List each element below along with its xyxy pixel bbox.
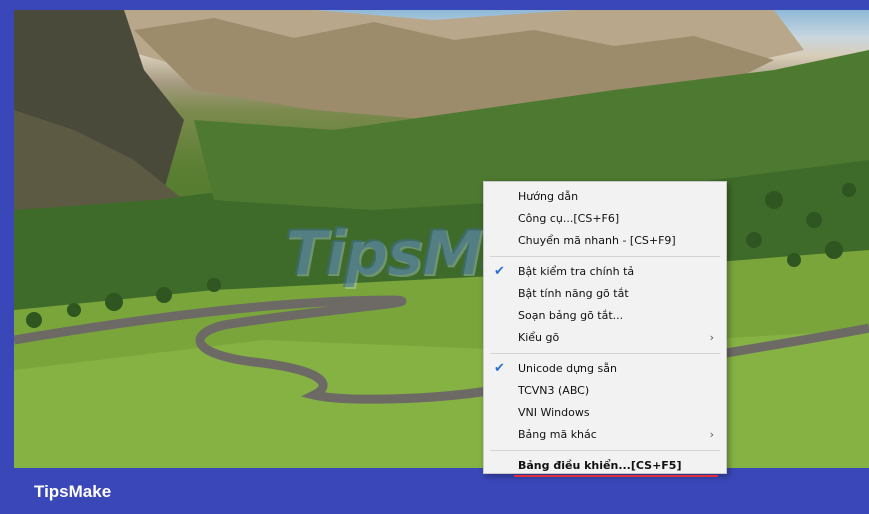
checkmark-icon: ✔ xyxy=(494,264,505,279)
menu-item-label: Bảng điều khiển...[CS+F5] xyxy=(518,459,682,472)
menu-item-label: Bảng mã khác xyxy=(518,428,597,441)
chevron-right-icon: › xyxy=(709,428,714,441)
menu-item[interactable]: Công cụ...[CS+F6] xyxy=(484,208,726,230)
chevron-right-icon: › xyxy=(709,331,714,344)
menu-item-label: Soạn bảng gõ tắt... xyxy=(518,309,624,322)
menu-item[interactable]: Hướng dẫn xyxy=(484,186,726,208)
menu-item[interactable]: Bật tính năng gõ tắt xyxy=(484,283,726,305)
checkmark-icon: ✔ xyxy=(494,361,505,376)
menu-item[interactable]: Bảng mã khác › xyxy=(484,424,726,446)
menu-item-label: Công cụ...[CS+F6] xyxy=(518,212,620,225)
menu-item[interactable]: Bảng điều khiển...[CS+F5] xyxy=(484,455,726,477)
menu-item[interactable]: TCVN3 (ABC) xyxy=(484,380,726,402)
menu-item-label: Unicode dựng sẵn xyxy=(518,362,617,375)
menu-item-label: Hướng dẫn xyxy=(518,190,579,203)
menu-item-label: Kiểu gõ xyxy=(518,331,560,344)
menu-item-label: TCVN3 (ABC) xyxy=(518,384,590,397)
menu-item-label: Bật tính năng gõ tắt xyxy=(518,287,629,300)
menu-item-label: Chuyển mã nhanh - [CS+F9] xyxy=(518,234,676,247)
footer-brand: TipsMake xyxy=(34,482,112,501)
menu-separator xyxy=(490,353,720,354)
desktop-wallpaper: TipsMake xyxy=(14,10,869,468)
menu-item[interactable]: ✔ Bật kiểm tra chính tả xyxy=(484,261,726,283)
menu-item-label: Bật kiểm tra chính tả xyxy=(518,265,635,278)
menu-item-label: VNI Windows xyxy=(518,406,590,419)
menu-separator xyxy=(490,450,720,451)
menu-separator xyxy=(490,256,720,257)
menu-item[interactable]: VNI Windows xyxy=(484,402,726,424)
unikey-context-menu: Hướng dẫn Công cụ...[CS+F6] Chuyển mã nhan… xyxy=(483,181,727,477)
menu-item[interactable]: Chuyển mã nhanh - [CS+F9] xyxy=(484,230,726,252)
menu-item[interactable]: Soạn bảng gõ tắt... xyxy=(484,305,726,327)
menu-item[interactable]: Kiểu gõ › xyxy=(484,327,726,349)
menu-item[interactable]: ✔ Unicode dựng sẵn xyxy=(484,358,726,380)
screenshot-frame: TipsMake Hướng dẫn Công cụ...[CS+F6] Chuyể… xyxy=(0,0,869,514)
highlight-underline xyxy=(514,475,718,477)
